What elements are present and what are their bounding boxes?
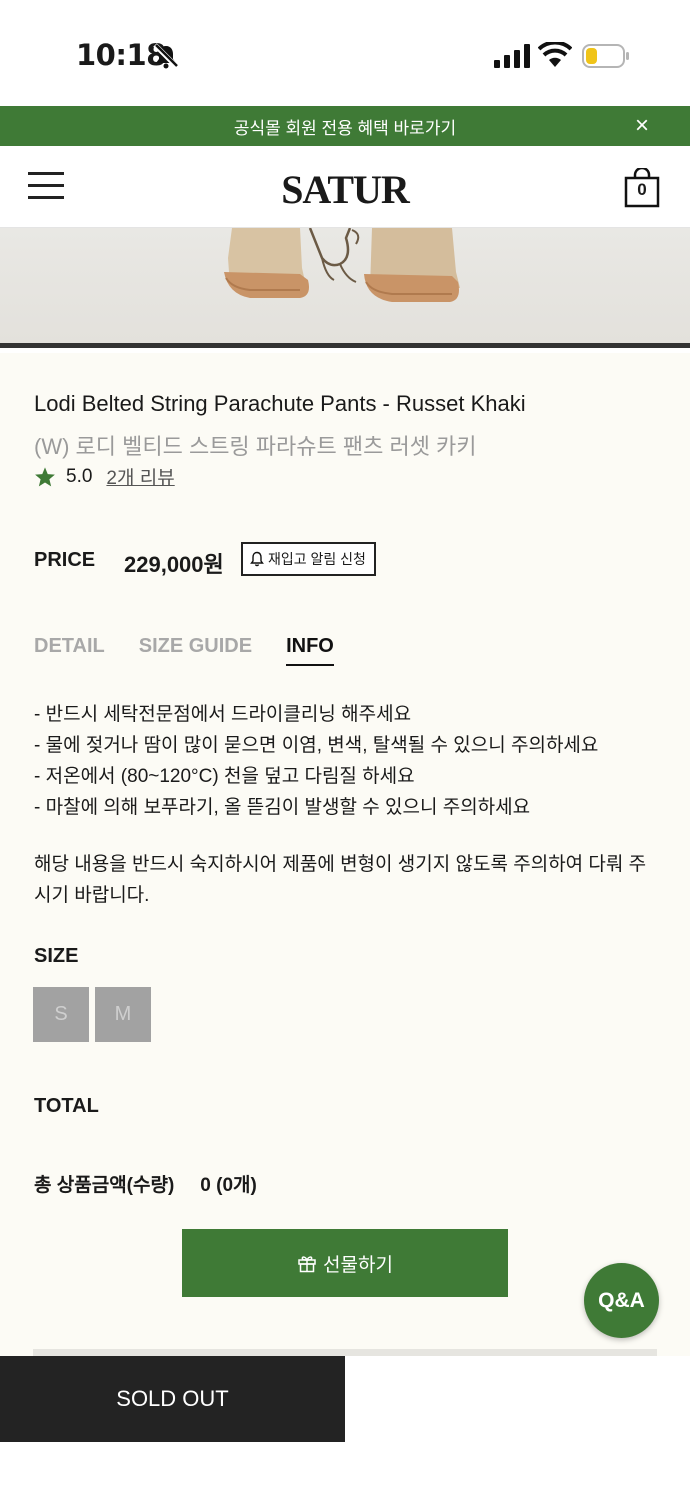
wifi-icon [538,42,572,67]
signal-icon [494,44,530,68]
care-instructions: - 반드시 세탁전문점에서 드라이클리닝 해주세요 - 물에 젖거나 땀이 많이… [34,699,598,823]
close-icon[interactable]: × [630,114,654,138]
total-sum-label: 총 상품금액(수량) [34,1175,175,1196]
product-title-ko: (W) 로디 벨티드 스트링 파라슈트 팬츠 러셋 카키 [34,434,477,459]
total-label: TOTAL [34,1095,99,1117]
care-line: - 물에 젖거나 땀이 많이 묻으면 이염, 변색, 탈색될 수 있으니 주의하… [34,735,599,756]
restock-alert-label: 재입고 알림 신청 [268,551,366,567]
total-sum-row: 총 상품금액(수량) 0 (0개) [34,1170,257,1197]
site-logo[interactable]: SATUR [0,166,690,213]
size-label: SIZE [34,945,79,967]
care-line: - 마찰에 의해 보푸라기, 올 뜯김이 발생할 수 있으니 주의하세요 [34,797,531,818]
qna-button[interactable]: Q&A [584,1263,659,1338]
product-tabs: DETAIL SIZE GUIDE INFO [34,635,368,666]
battery-icon [582,44,629,68]
rating-row: 5.0 2개 리뷰 [34,463,175,490]
price-value: 229,000원 [124,552,224,577]
gift-icon [298,1256,316,1273]
star-icon [35,466,55,486]
site-header: SATUR 0 [0,146,690,228]
tab-detail[interactable]: DETAIL [34,635,105,666]
reviews-link[interactable]: 2개 리뷰 [106,463,174,490]
care-line: - 반드시 세탁전문점에서 드라이클리닝 해주세요 [34,704,412,725]
soldout-button[interactable]: SOLD OUT [0,1356,345,1442]
section-divider [33,1349,657,1356]
gift-button[interactable]: 선물하기 [182,1229,508,1297]
size-option-m[interactable]: M [95,987,151,1042]
care-line: - 저온에서 (80~120°C) 천을 덮고 다림질 하세요 [34,766,415,787]
size-option-s[interactable]: S [33,987,89,1042]
restock-alert-button[interactable]: 재입고 알림 신청 [241,542,376,576]
mute-icon [153,43,179,69]
tab-size-guide[interactable]: SIZE GUIDE [139,635,252,666]
bell-icon [250,551,264,567]
product-image [0,228,690,348]
gift-button-label: 선물하기 [323,1254,393,1276]
cart-count: 0 [637,180,647,199]
bottom-action-bar: SOLD OUT [0,1356,690,1500]
promo-banner[interactable]: 공식몰 회원 전용 혜택 바로가기 × [0,106,690,146]
size-options: S M [33,987,157,1042]
tab-info[interactable]: INFO [286,635,334,666]
care-notice: 해당 내용을 반드시 숙지하시어 제품에 변형이 생기지 않도록 주의하여 다뤄… [34,854,647,906]
product-photo [224,228,460,302]
price-label: PRICE [34,549,96,571]
total-sum-value: 0 (0개) [200,1175,257,1196]
rating-value: 5.0 [66,465,93,487]
product-title-en: Lodi Belted String Parachute Pants - Rus… [34,391,526,416]
status-bar: 10:18 [0,0,690,106]
promo-text[interactable]: 공식몰 회원 전용 혜택 바로가기 [234,114,456,139]
product-info-section: Lodi Belted String Parachute Pants - Rus… [0,353,690,1356]
